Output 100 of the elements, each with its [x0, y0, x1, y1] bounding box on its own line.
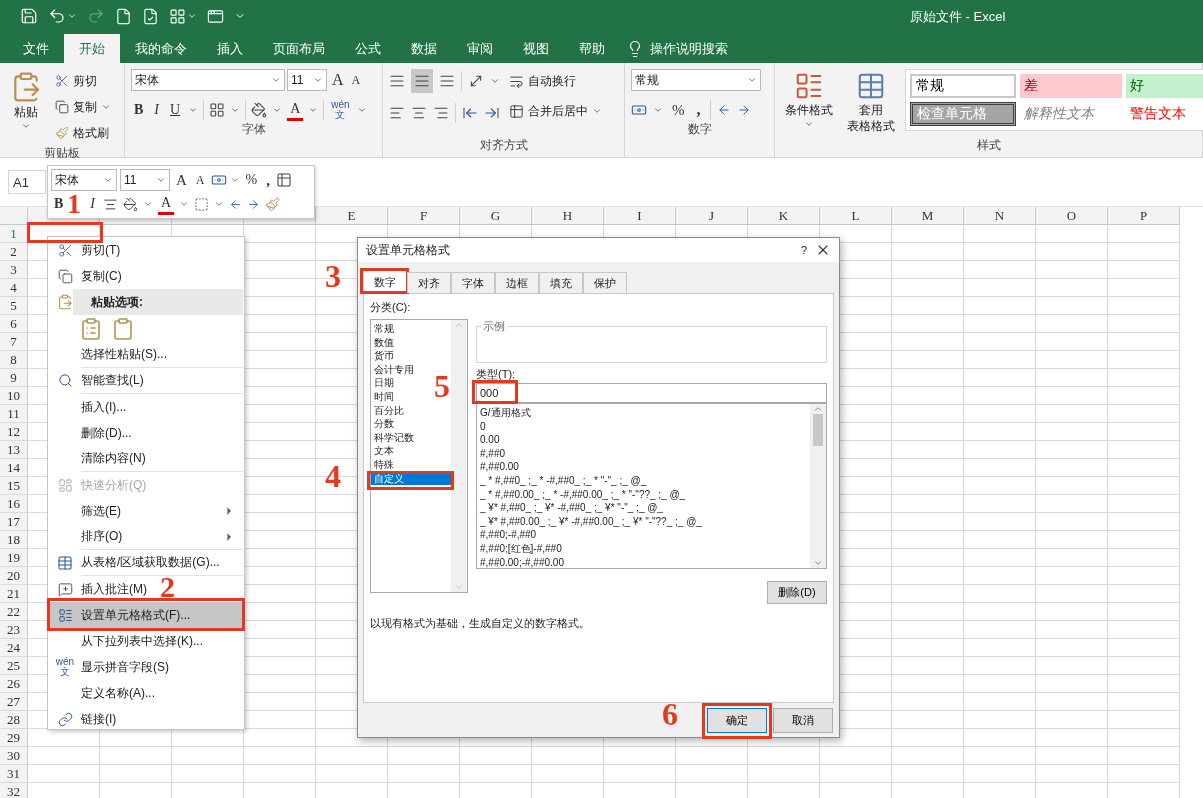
grow-font-button[interactable]: A: [173, 169, 190, 191]
format-item[interactable]: _ * #,##0_ ;_ * -#,##0_ ;_ * "-"_ ;_ @_: [480, 473, 807, 488]
format-item[interactable]: _ * #,##0.00_ ;_ * -#,##0.00_ ;_ * "-"??_ ;_ @_: [480, 487, 807, 502]
category-item[interactable]: 百分比: [371, 403, 407, 418]
bold-button[interactable]: B: [51, 193, 67, 215]
phonetic-button[interactable]: wén 文: [329, 100, 352, 120]
category-item[interactable]: 文本: [371, 444, 397, 458]
shrink-font-button[interactable]: A: [192, 169, 208, 191]
category-item[interactable]: 常规: [371, 322, 397, 336]
menu-item[interactable]: 显示拼音字段(S): [81, 658, 169, 676]
column-header[interactable]: P: [1108, 207, 1180, 225]
caret-icon[interactable]: [747, 75, 757, 85]
menu-item[interactable]: 排序(O): [81, 528, 243, 545]
category-item[interactable]: 货币: [371, 349, 397, 363]
ribbon-tab[interactable]: 页面布局: [258, 34, 340, 63]
menu-item[interactable]: 剪切(T): [81, 241, 121, 259]
wrap-text-button[interactable]: 自动换行: [506, 69, 605, 93]
caret-icon[interactable]: [214, 199, 225, 209]
row-header[interactable]: 1: [0, 225, 28, 243]
column-header[interactable]: L: [820, 207, 892, 225]
decrease-indent-icon[interactable]: [462, 105, 478, 121]
undo-icon[interactable]: [48, 7, 66, 25]
row-header[interactable]: 25: [0, 657, 28, 675]
merge-icon[interactable]: [509, 103, 524, 119]
menu-item[interactable]: 智能查找(L): [81, 372, 144, 389]
caret-icon[interactable]: [653, 105, 663, 115]
category-item[interactable]: 数值: [371, 335, 397, 350]
table-format-button[interactable]: 套用 表格格式: [843, 69, 899, 137]
row-header[interactable]: 24: [0, 639, 28, 657]
percent-button[interactable]: %: [242, 169, 261, 191]
paste-button[interactable]: 粘贴: [6, 69, 46, 145]
menu-item[interactable]: 筛选(E): [81, 502, 243, 520]
italic-button[interactable]: I: [151, 99, 162, 121]
row-header[interactable]: 13: [0, 441, 28, 459]
row-header[interactable]: 26: [0, 675, 28, 693]
menu-item[interactable]: 插入批注(M): [81, 580, 147, 598]
currency-icon[interactable]: [210, 172, 227, 188]
caret-icon[interactable]: [187, 11, 197, 21]
caret-icon[interactable]: [356, 105, 367, 115]
paintbrush-icon[interactable]: [265, 196, 281, 212]
help-button[interactable]: ?: [800, 244, 807, 256]
ribbon-tab[interactable]: 我的命令: [120, 34, 202, 63]
ribbon-tab[interactable]: 文件: [8, 34, 64, 63]
list-icon[interactable]: [57, 607, 73, 623]
column-header[interactable]: H: [532, 207, 604, 225]
align-right-icon[interactable]: [433, 105, 449, 121]
row-header[interactable]: 22: [0, 603, 28, 621]
category-item[interactable]: 日期: [371, 376, 397, 390]
ribbon-tab[interactable]: 插入: [202, 34, 258, 63]
row-header[interactable]: 21: [0, 585, 28, 603]
scrollbar-thumb[interactable]: [813, 414, 823, 446]
format-item[interactable]: 0: [480, 419, 807, 434]
fill-color-icon[interactable]: [123, 196, 138, 212]
menu-item[interactable]: 插入(I)...: [81, 398, 127, 416]
caret-icon[interactable]: [272, 105, 283, 115]
dialog-tab[interactable]: 边框: [495, 272, 539, 293]
conditional-format-icon[interactable]: [794, 71, 824, 101]
align-bottom-icon[interactable]: [439, 73, 455, 89]
table-icon[interactable]: [856, 71, 886, 101]
menu-item[interactable]: 链接(I): [81, 710, 117, 728]
copy-icon[interactable]: [57, 268, 73, 284]
column-header[interactable]: M: [892, 207, 964, 225]
grow-font-button[interactable]: A: [329, 69, 347, 91]
row-header[interactable]: 3: [0, 261, 28, 279]
font-size-dropdown[interactable]: 11: [120, 169, 170, 191]
ok-button[interactable]: 确定: [707, 707, 767, 733]
align-center-icon[interactable]: [103, 196, 118, 212]
align-top-icon[interactable]: [389, 73, 405, 89]
column-header[interactable]: K: [748, 207, 820, 225]
comment-icon[interactable]: [57, 581, 73, 597]
dialog-tab[interactable]: 字体: [451, 272, 495, 293]
column-header[interactable]: E: [316, 207, 388, 225]
comma-button[interactable]: ,: [263, 169, 273, 191]
menu-item[interactable]: 定义名称(A)...: [81, 684, 155, 702]
font-name-dropdown[interactable]: 宋体: [131, 69, 285, 91]
row-header[interactable]: 20: [0, 567, 28, 585]
row-header[interactable]: 30: [0, 747, 28, 765]
category-item[interactable]: 会计专用: [371, 362, 417, 377]
fill-color-icon[interactable]: [251, 102, 268, 118]
cell-style[interactable]: 差: [1020, 74, 1122, 98]
column-header[interactable]: F: [388, 207, 460, 225]
row-header[interactable]: 7: [0, 333, 28, 351]
row-header[interactable]: 11: [0, 405, 28, 423]
arrow-right-icon[interactable]: [736, 103, 751, 117]
underline-button[interactable]: U: [167, 99, 184, 121]
caret-icon[interactable]: [103, 175, 113, 185]
percent-button[interactable]: %: [669, 99, 688, 121]
grid-icon[interactable]: [169, 7, 186, 25]
ribbon-tab[interactable]: 审阅: [452, 34, 508, 63]
copy-button[interactable]: 复制: [52, 95, 114, 119]
comma-button[interactable]: ,: [693, 99, 704, 121]
clipboard-list-icon[interactable]: [79, 316, 103, 341]
row-header[interactable]: 5: [0, 297, 28, 315]
cancel-button[interactable]: 取消: [773, 707, 833, 733]
caret-icon[interactable]: [592, 106, 602, 116]
caret-icon[interactable]: [230, 105, 241, 115]
window-icon[interactable]: [207, 7, 224, 25]
cut-button[interactable]: 剪切: [52, 69, 114, 93]
scroll-down-icon[interactable]: [813, 558, 823, 568]
clipboard-icon[interactable]: [111, 316, 135, 341]
